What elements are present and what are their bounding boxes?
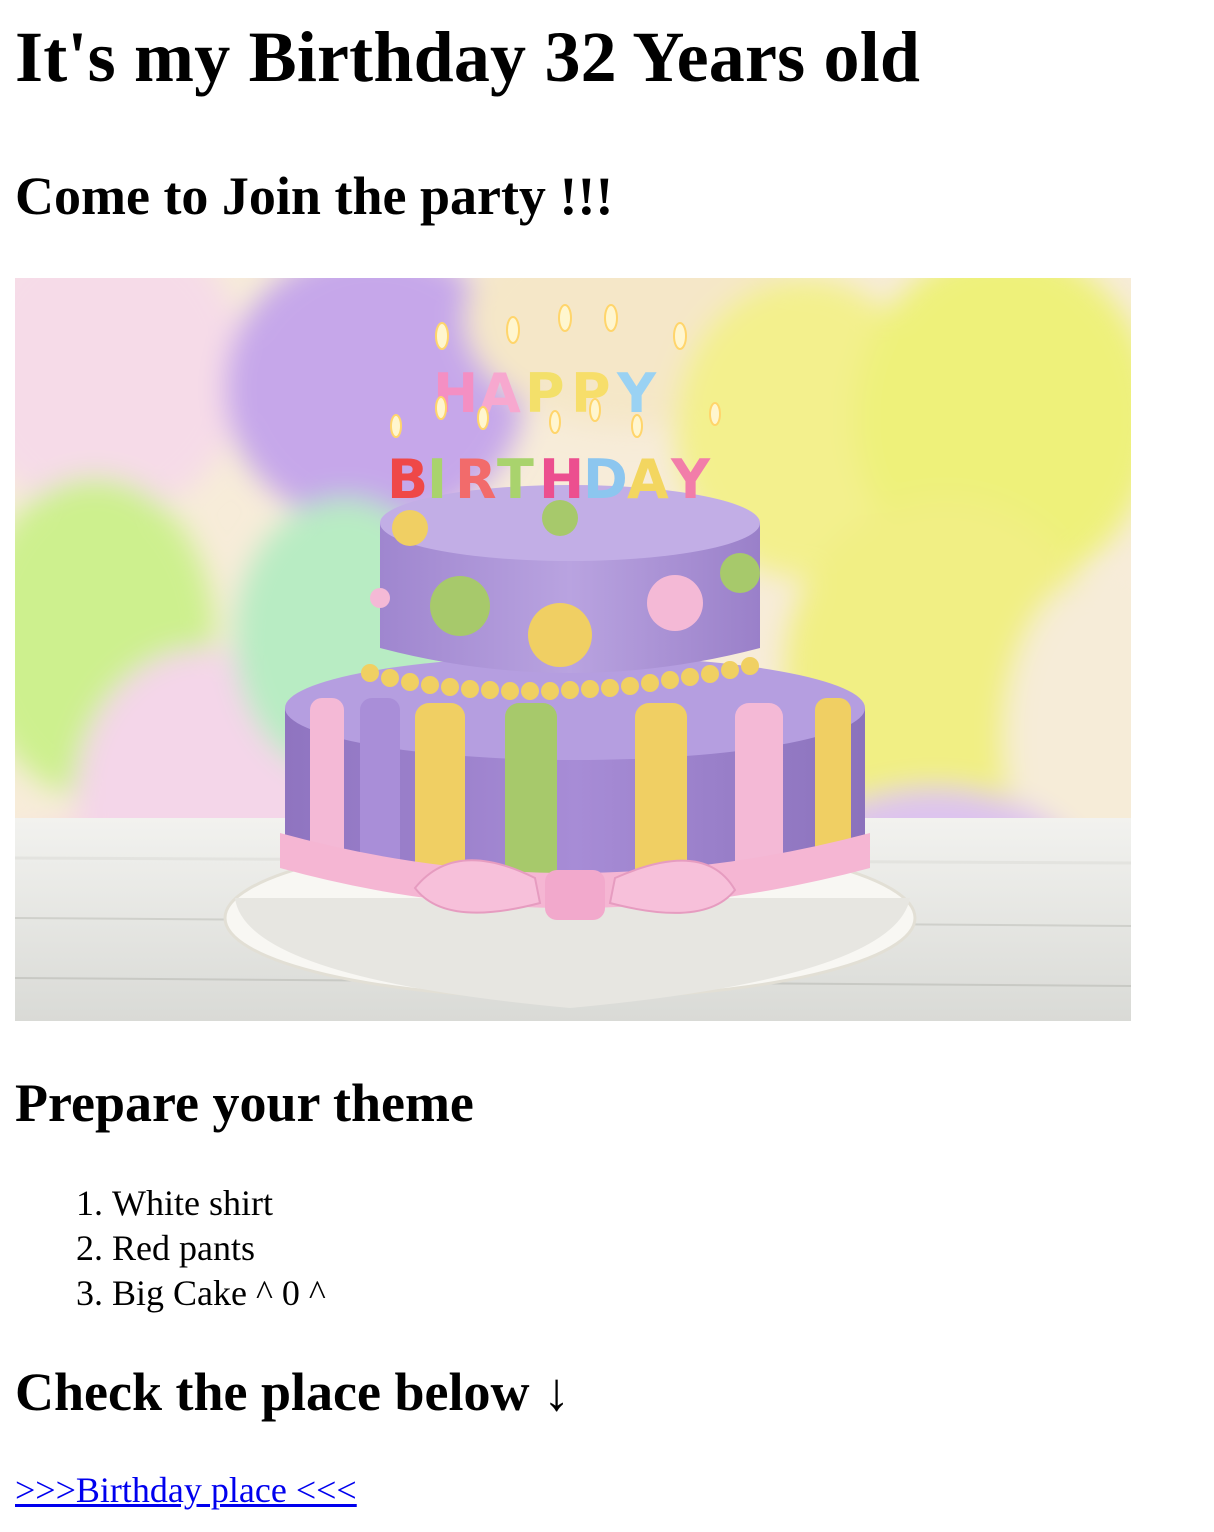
- place-heading: Check the place below ↓: [15, 1362, 570, 1422]
- svg-text:A: A: [627, 448, 669, 511]
- page-subtitle: Come to Join the party !!!: [15, 166, 614, 226]
- svg-text:I: I: [427, 448, 447, 511]
- svg-text:B: B: [387, 448, 428, 511]
- birthday-cake-image: H A P P Y B I R T H D A Y: [15, 278, 1131, 1021]
- page: It's my Birthday 32 Years old Come to Jo…: [0, 0, 1214, 1532]
- svg-text:H: H: [539, 448, 584, 511]
- svg-text:Y: Y: [670, 448, 711, 511]
- list-item: White shirt: [112, 1181, 1214, 1226]
- page-title: It's my Birthday 32 Years old: [15, 17, 921, 97]
- theme-heading: Prepare your theme: [15, 1073, 474, 1133]
- list-item: Red pants: [112, 1226, 1214, 1271]
- svg-text:R: R: [455, 448, 497, 511]
- theme-list: White shirt Red pants Big Cake ^ 0 ^: [15, 1181, 1214, 1316]
- svg-text:T: T: [497, 448, 534, 511]
- list-item: Big Cake ^ 0 ^: [112, 1271, 1214, 1316]
- birthday-place-link[interactable]: >>>Birthday place <<<: [15, 1470, 357, 1510]
- svg-text:D: D: [583, 448, 628, 511]
- place-link-paragraph: >>>Birthday place <<<: [15, 1468, 1214, 1513]
